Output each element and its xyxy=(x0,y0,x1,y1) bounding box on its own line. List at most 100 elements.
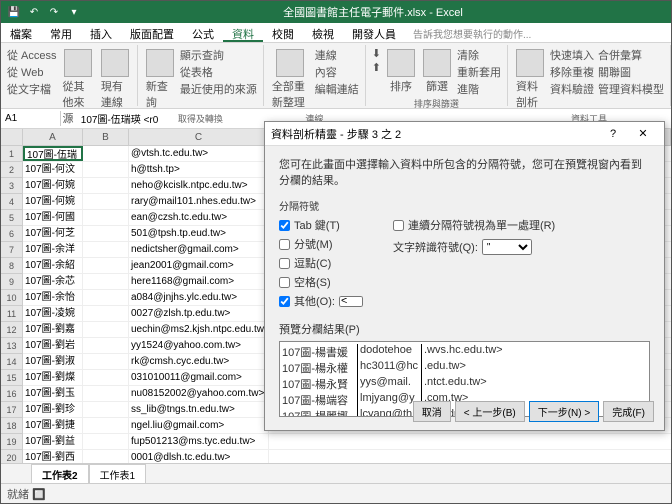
cell[interactable] xyxy=(83,290,129,305)
cell[interactable] xyxy=(83,370,129,385)
cancel-button[interactable]: 取消 xyxy=(413,401,451,422)
filter[interactable]: 篩選 xyxy=(421,47,453,97)
sort[interactable]: 排序 xyxy=(385,47,417,97)
cell[interactable]: 107圖-伍瑞 xyxy=(23,146,83,161)
cell[interactable]: 107圖-余怡 xyxy=(23,290,83,305)
help-button[interactable]: ? xyxy=(598,128,628,140)
advanced[interactable]: 進階 xyxy=(457,81,501,97)
cell[interactable]: rary@mail101.nhes.edu.tw> xyxy=(129,194,269,209)
cell[interactable] xyxy=(83,194,129,209)
from-table[interactable]: 從表格 xyxy=(180,64,257,80)
col-header-a[interactable]: A xyxy=(23,129,83,145)
cell[interactable] xyxy=(83,322,129,337)
cell[interactable]: 107圖-劉燦 xyxy=(23,370,83,385)
cell[interactable]: jean2001@gmail.com> xyxy=(129,258,269,273)
name-box[interactable]: A1 xyxy=(1,111,61,126)
cell[interactable]: 107圖-何芝 xyxy=(23,226,83,241)
formula-content[interactable]: 107圖-伍瑞瑛 <r0 xyxy=(77,109,163,128)
treat-consecutive[interactable]: 連續分隔符號視為單一處理(R) xyxy=(393,217,555,233)
from-access[interactable]: 從 Access xyxy=(7,47,57,63)
back-button[interactable]: < 上一步(B) xyxy=(455,401,525,422)
cell[interactable]: rk@cmsh.cyc.edu.tw> xyxy=(129,354,269,369)
cell[interactable]: 107圖-劉嘉 xyxy=(23,322,83,337)
row-header[interactable]: 18 xyxy=(1,418,22,434)
close-button[interactable]: ✕ xyxy=(628,127,658,140)
cell[interactable] xyxy=(83,146,129,161)
col-header-c[interactable]: C xyxy=(129,129,269,145)
cell[interactable]: ngel.liu@gmail.com> xyxy=(129,418,269,433)
tab-data[interactable]: 資料 xyxy=(223,23,263,42)
cell[interactable]: 107圖-劉岩 xyxy=(23,338,83,353)
cell[interactable] xyxy=(83,338,129,353)
row-header[interactable]: 6 xyxy=(1,226,22,242)
row-header[interactable]: 1 xyxy=(1,146,22,162)
next-button[interactable]: 下一步(N) > xyxy=(529,401,600,422)
cell[interactable]: 107圖-余芯 xyxy=(23,274,83,289)
row-header[interactable]: 15 xyxy=(1,370,22,386)
cell[interactable]: nedictsher@gmail.com> xyxy=(129,242,269,257)
cell[interactable] xyxy=(83,434,129,449)
delim-comma[interactable]: 逗點(C) xyxy=(279,255,363,271)
undo-icon[interactable]: ↶ xyxy=(27,5,41,19)
cell[interactable]: uechin@ms2.kjsh.ntpc.edu.tw> xyxy=(129,322,269,337)
tab-developer[interactable]: 開發人員 xyxy=(343,23,405,42)
save-icon[interactable]: 💾 xyxy=(7,5,21,19)
cell[interactable]: neho@kcislk.ntpc.edu.tw> xyxy=(129,178,269,193)
connections[interactable]: 連線 xyxy=(315,47,359,63)
tab-insert[interactable]: 插入 xyxy=(81,23,121,42)
row-header[interactable]: 7 xyxy=(1,242,22,258)
cell[interactable]: 107圖-余紹 xyxy=(23,258,83,273)
cell[interactable]: a084@jnjhs.ylc.edu.tw> xyxy=(129,290,269,305)
cell[interactable] xyxy=(83,306,129,321)
cell[interactable] xyxy=(83,402,129,417)
remove-duplicates[interactable]: 移除重複 xyxy=(550,64,594,80)
cell[interactable]: ean@czsh.tc.edu.tw> xyxy=(129,210,269,225)
cell[interactable]: 107圖-何婉 xyxy=(23,194,83,209)
clear[interactable]: 清除 xyxy=(457,47,501,63)
flash-fill[interactable]: 快速填入 xyxy=(550,47,594,63)
row-header[interactable]: 4 xyxy=(1,194,22,210)
col-header-b[interactable]: B xyxy=(83,129,129,145)
cell[interactable] xyxy=(83,258,129,273)
cell[interactable]: nu08152002@yahoo.com.tw> xyxy=(129,386,269,401)
properties[interactable]: 內容 xyxy=(315,64,359,80)
new-query[interactable]: 新查詢 xyxy=(144,47,176,112)
select-all-corner[interactable] xyxy=(1,129,23,146)
cell[interactable] xyxy=(83,210,129,225)
cell[interactable]: fup501213@ms.tyc.edu.tw> xyxy=(129,434,269,449)
cell[interactable]: 0027@zlsh.tp.edu.tw> xyxy=(129,306,269,321)
cell[interactable]: 107圖-余洋 xyxy=(23,242,83,257)
cell[interactable] xyxy=(83,274,129,289)
delim-semicolon[interactable]: 分號(M) xyxy=(279,236,363,252)
qat-more-icon[interactable]: ▾ xyxy=(67,5,81,19)
tab-formulas[interactable]: 公式 xyxy=(183,23,223,42)
cell[interactable]: 107圖-何婉 xyxy=(23,178,83,193)
delim-other-input[interactable] xyxy=(339,296,363,307)
sort-asc[interactable]: ⬇ xyxy=(372,47,381,60)
sheet-tab-2[interactable]: 工作表2 xyxy=(31,464,89,484)
cell[interactable] xyxy=(83,354,129,369)
row-header[interactable]: 16 xyxy=(1,386,22,402)
delim-tab[interactable]: Tab 鍵(T) xyxy=(279,217,363,233)
sort-desc[interactable]: ⬆ xyxy=(372,61,381,74)
cell[interactable]: 107圖-何國 xyxy=(23,210,83,225)
cell[interactable]: here1168@gmail.com> xyxy=(129,274,269,289)
row-header[interactable]: 9 xyxy=(1,274,22,290)
text-qualifier-select[interactable]: " xyxy=(482,239,532,255)
row-header[interactable]: 8 xyxy=(1,258,22,274)
text-to-columns[interactable]: 資料剖析 xyxy=(514,47,546,112)
relationships[interactable]: 關聯圖 xyxy=(598,64,664,80)
cell[interactable]: @vtsh.tc.edu.tw> xyxy=(129,146,269,161)
cell[interactable]: 107圖-凌婉 xyxy=(23,306,83,321)
tab-layout[interactable]: 版面配置 xyxy=(121,23,183,42)
cell[interactable] xyxy=(83,226,129,241)
cell[interactable]: 107圖-劉淑 xyxy=(23,354,83,369)
refresh-all[interactable]: 全部重新整理 xyxy=(270,47,311,112)
cell[interactable] xyxy=(83,418,129,433)
cell[interactable]: h@ttsh.tp> xyxy=(129,162,269,177)
tell-me[interactable]: 告訴我您想要執行的動作... xyxy=(405,23,539,42)
row-header[interactable]: 5 xyxy=(1,210,22,226)
data-validation[interactable]: 資料驗證 xyxy=(550,81,594,97)
finish-button[interactable]: 完成(F) xyxy=(603,401,654,422)
cell[interactable]: 031010011@gmail.com> xyxy=(129,370,269,385)
